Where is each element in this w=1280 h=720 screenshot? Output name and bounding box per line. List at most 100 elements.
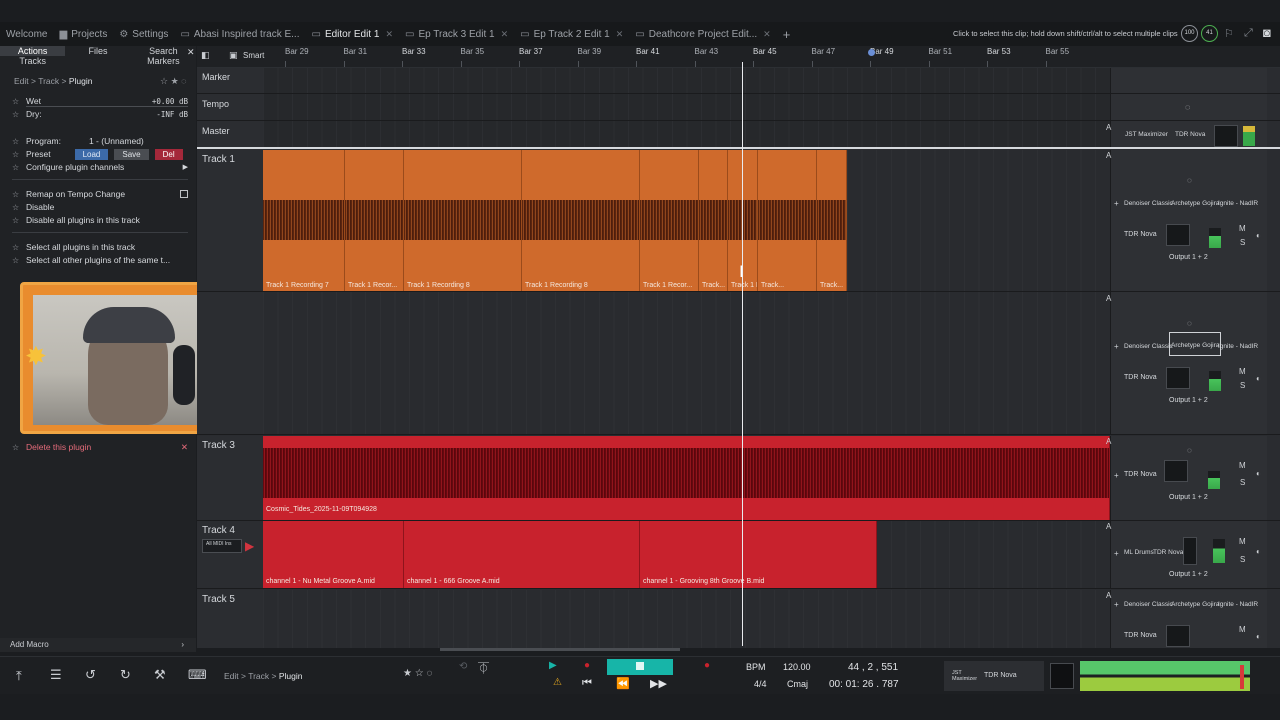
solo-button[interactable]: S [1240,381,1245,390]
star-icon[interactable]: ☆ [12,190,26,199]
plugin-tdr[interactable]: TDR Nova [984,672,1017,679]
volume-fader[interactable] [1166,367,1190,389]
plugin-jst[interactable]: JST Maximizer [952,670,977,682]
timeline-ruler[interactable]: ◧ ▣ Smart Bar 29 Bar 31 Bar 33 Bar 35 Bar 37… [197,46,1280,68]
tab-deathcore[interactable]: ▭ Deathcore Project Edit... ✕ [629,22,776,46]
configure-channels-item[interactable]: ☆ Configure plugin channels ▶ [12,161,188,173]
midi-clip[interactable]: channel 1 - 666 Groove A.mid [404,521,640,588]
solo-button[interactable]: S [1240,238,1245,247]
crumb-track[interactable]: Track [38,76,59,86]
tab-abasi[interactable]: ▭ Abasi Inspired track E... [174,22,305,46]
user-icon[interactable]: ◙ [1263,25,1271,40]
remap-tempo-item[interactable]: ☆ Remap on Tempo Change [12,188,188,200]
select-others-item[interactable]: ☆ Select all other plugins of the same t.… [12,254,188,266]
redo-icon[interactable]: ↻ [120,667,131,683]
automation-icon[interactable]: A [1106,294,1111,303]
save-button[interactable]: Save [114,148,149,160]
star-icon[interactable]: ☆ [12,203,26,212]
output-routing[interactable]: Output 1 + 2 [1169,397,1208,404]
input-icon[interactable]: ◐ [1256,547,1261,556]
plugin-tdr-nova[interactable]: TDR Nova [1124,471,1157,478]
automation-icon[interactable]: A [1106,591,1111,600]
time-signature[interactable]: 4/4 [754,679,767,689]
star-icon[interactable]: ☆ [12,216,26,225]
solo-button[interactable]: S [1240,555,1245,564]
plugin-archetype-selected[interactable]: Archetype Gojira [1169,332,1222,356]
add-plugin-icon[interactable]: + [1114,549,1119,558]
audio-clip[interactable]: Track 1 Recor... [345,150,404,291]
tab-projects[interactable]: ▆ Projects [54,22,114,46]
metronome-icon[interactable]: ⏁ [478,660,489,676]
snap-icon[interactable]: ◧ [201,50,210,61]
star-icon[interactable]: ☆ [12,163,26,172]
master-fader[interactable] [1214,125,1238,147]
tab-files[interactable]: Files [65,46,130,56]
output-routing[interactable]: Output 1 + 2 [1169,254,1208,261]
add-plugin-icon[interactable]: + [1114,600,1119,609]
edit-mode-label[interactable]: Smart [243,51,264,60]
plugin-denoiser[interactable]: Denoiser Classic [1124,601,1173,608]
audio-clip[interactable]: Track... [758,150,817,291]
horizontal-scrollbar[interactable] [440,648,680,651]
disable-item[interactable]: ☆ Disable [12,201,188,213]
audio-clip[interactable]: Track 1 Recor... [640,150,699,291]
slot-icon[interactable]: ◌ [1187,446,1192,455]
delete-preset-button[interactable]: Del [154,148,183,160]
rewind-start-button[interactable]: ⏮ [582,677,592,690]
track-name[interactable]: Track 5 [202,594,235,605]
new-tab-button[interactable]: + [777,22,797,46]
close-panel-icon[interactable]: ✕ [187,47,195,58]
wrench-icon[interactable]: ⚒ [154,667,166,683]
loop-icon[interactable]: ⟲ [459,661,467,672]
close-icon[interactable]: ✕ [385,29,393,40]
star-icon[interactable]: ☆ [12,150,26,159]
delete-plugin-item[interactable]: ☆ Delete this plugin ✕ [12,441,188,453]
volume-fader[interactable] [1183,537,1197,565]
close-icon[interactable]: ✕ [616,29,624,40]
program-row[interactable]: ☆ Program: 1 - (Unnamed) [12,135,188,147]
add-plugin-icon[interactable]: + [1114,199,1119,208]
audio-clip[interactable]: Track 1 Recording 8 [404,150,522,291]
plugin-ignite[interactable]: Ignite - NadIR [1218,200,1258,207]
rewind-button[interactable]: ⏪ [616,677,630,690]
mute-button[interactable]: M [1239,224,1246,233]
favorite-icon[interactable]: ☆ ★ ◌ [160,76,187,87]
bell-icon[interactable]: ⚐ [1224,27,1234,40]
disable-all-item[interactable]: ☆ Disable all plugins in this track [12,214,188,226]
undo-icon[interactable]: ↺ [85,667,96,683]
volume-fader[interactable] [1166,224,1190,246]
star-icon[interactable]: ☆ [12,110,26,119]
keyboard-icon[interactable]: ⌨ [188,667,207,683]
star-icon[interactable]: ☆ [12,97,26,106]
playhead[interactable] [742,62,743,646]
add-plugin-icon[interactable]: + [1114,471,1119,480]
plugin-archetype[interactable]: Archetype Gojira [1171,601,1219,608]
tab-welcome[interactable]: Welcome [0,22,54,46]
slot-icon[interactable]: ◌ [1187,176,1192,185]
plugin-tdr-nova[interactable]: TDR Nova [1124,632,1157,639]
output-routing[interactable]: Output 1 + 2 [1169,571,1208,578]
plugin-ignite[interactable]: Ignite - NadIR [1218,601,1258,608]
input-icon[interactable]: ◐ [1256,469,1261,478]
close-icon[interactable]: ✕ [181,442,188,453]
star-icon[interactable]: ☆ [12,443,26,452]
star-icon[interactable]: ☆ [12,243,26,252]
master-volume-fader[interactable] [1050,663,1074,689]
solo-button[interactable]: S [1240,478,1245,487]
remap-checkbox[interactable] [180,190,188,198]
mute-button[interactable]: M [1239,537,1246,546]
stop-button[interactable] [607,659,673,675]
close-icon[interactable]: ✕ [763,29,771,40]
menu-icon[interactable]: ☰ [50,667,62,683]
input-icon[interactable]: ◐ [1256,632,1261,641]
audio-clip[interactable]: Track 1 Recording 8 [522,150,640,291]
audio-clip[interactable]: Cosmic_Tides_2025-11-09T094928 [263,436,1110,520]
input-icon[interactable]: ◐ [1256,231,1261,240]
plugin-archetype[interactable]: Archetype Gojira [1171,200,1219,207]
expand-icon[interactable]: ⤢ [1244,27,1253,40]
automation-icon[interactable]: A [1106,522,1111,531]
record-mode-icon[interactable]: ● [584,660,590,671]
tab-ep-track-2[interactable]: ▭ Ep Track 2 Edit 1 ✕ [514,22,629,46]
play-button[interactable]: ▶▶ [650,677,667,690]
slot-icon[interactable]: ◌ [1185,102,1190,112]
